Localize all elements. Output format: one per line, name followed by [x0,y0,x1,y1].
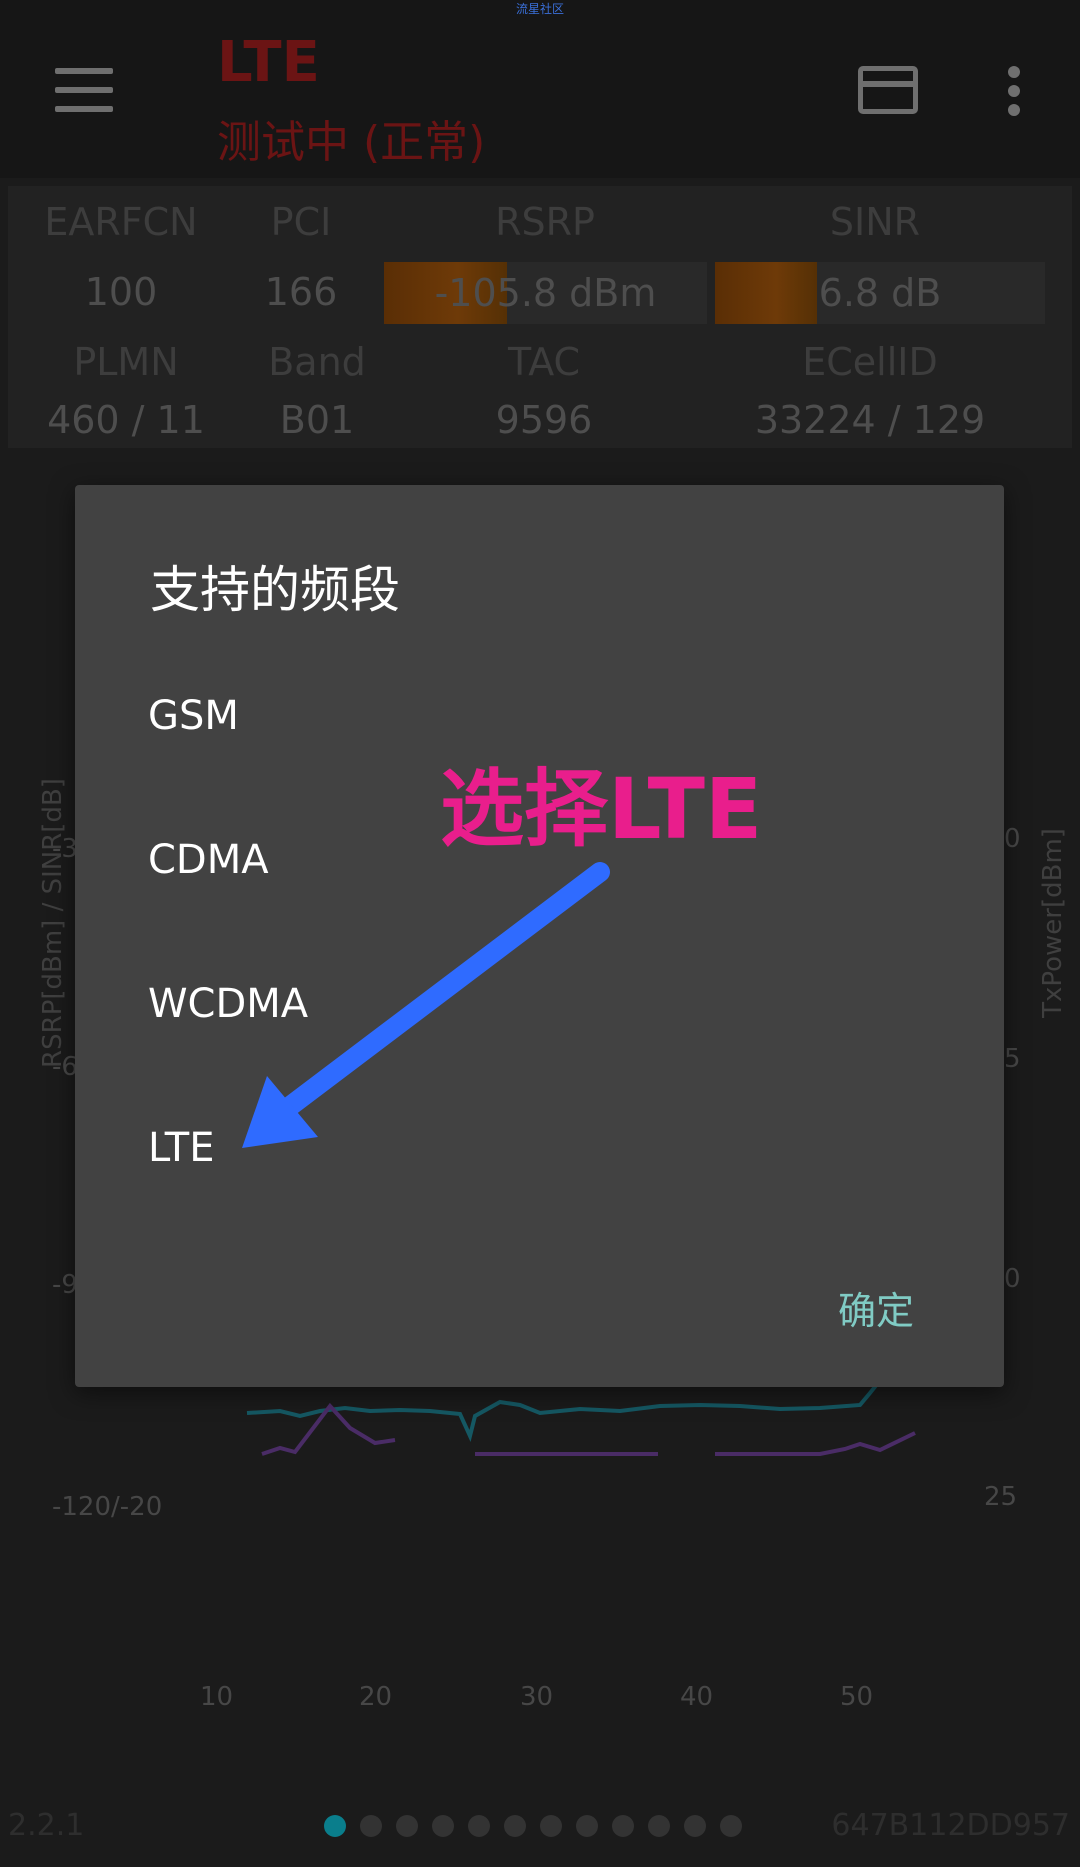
annotation-arrow-icon [242,862,610,1148]
